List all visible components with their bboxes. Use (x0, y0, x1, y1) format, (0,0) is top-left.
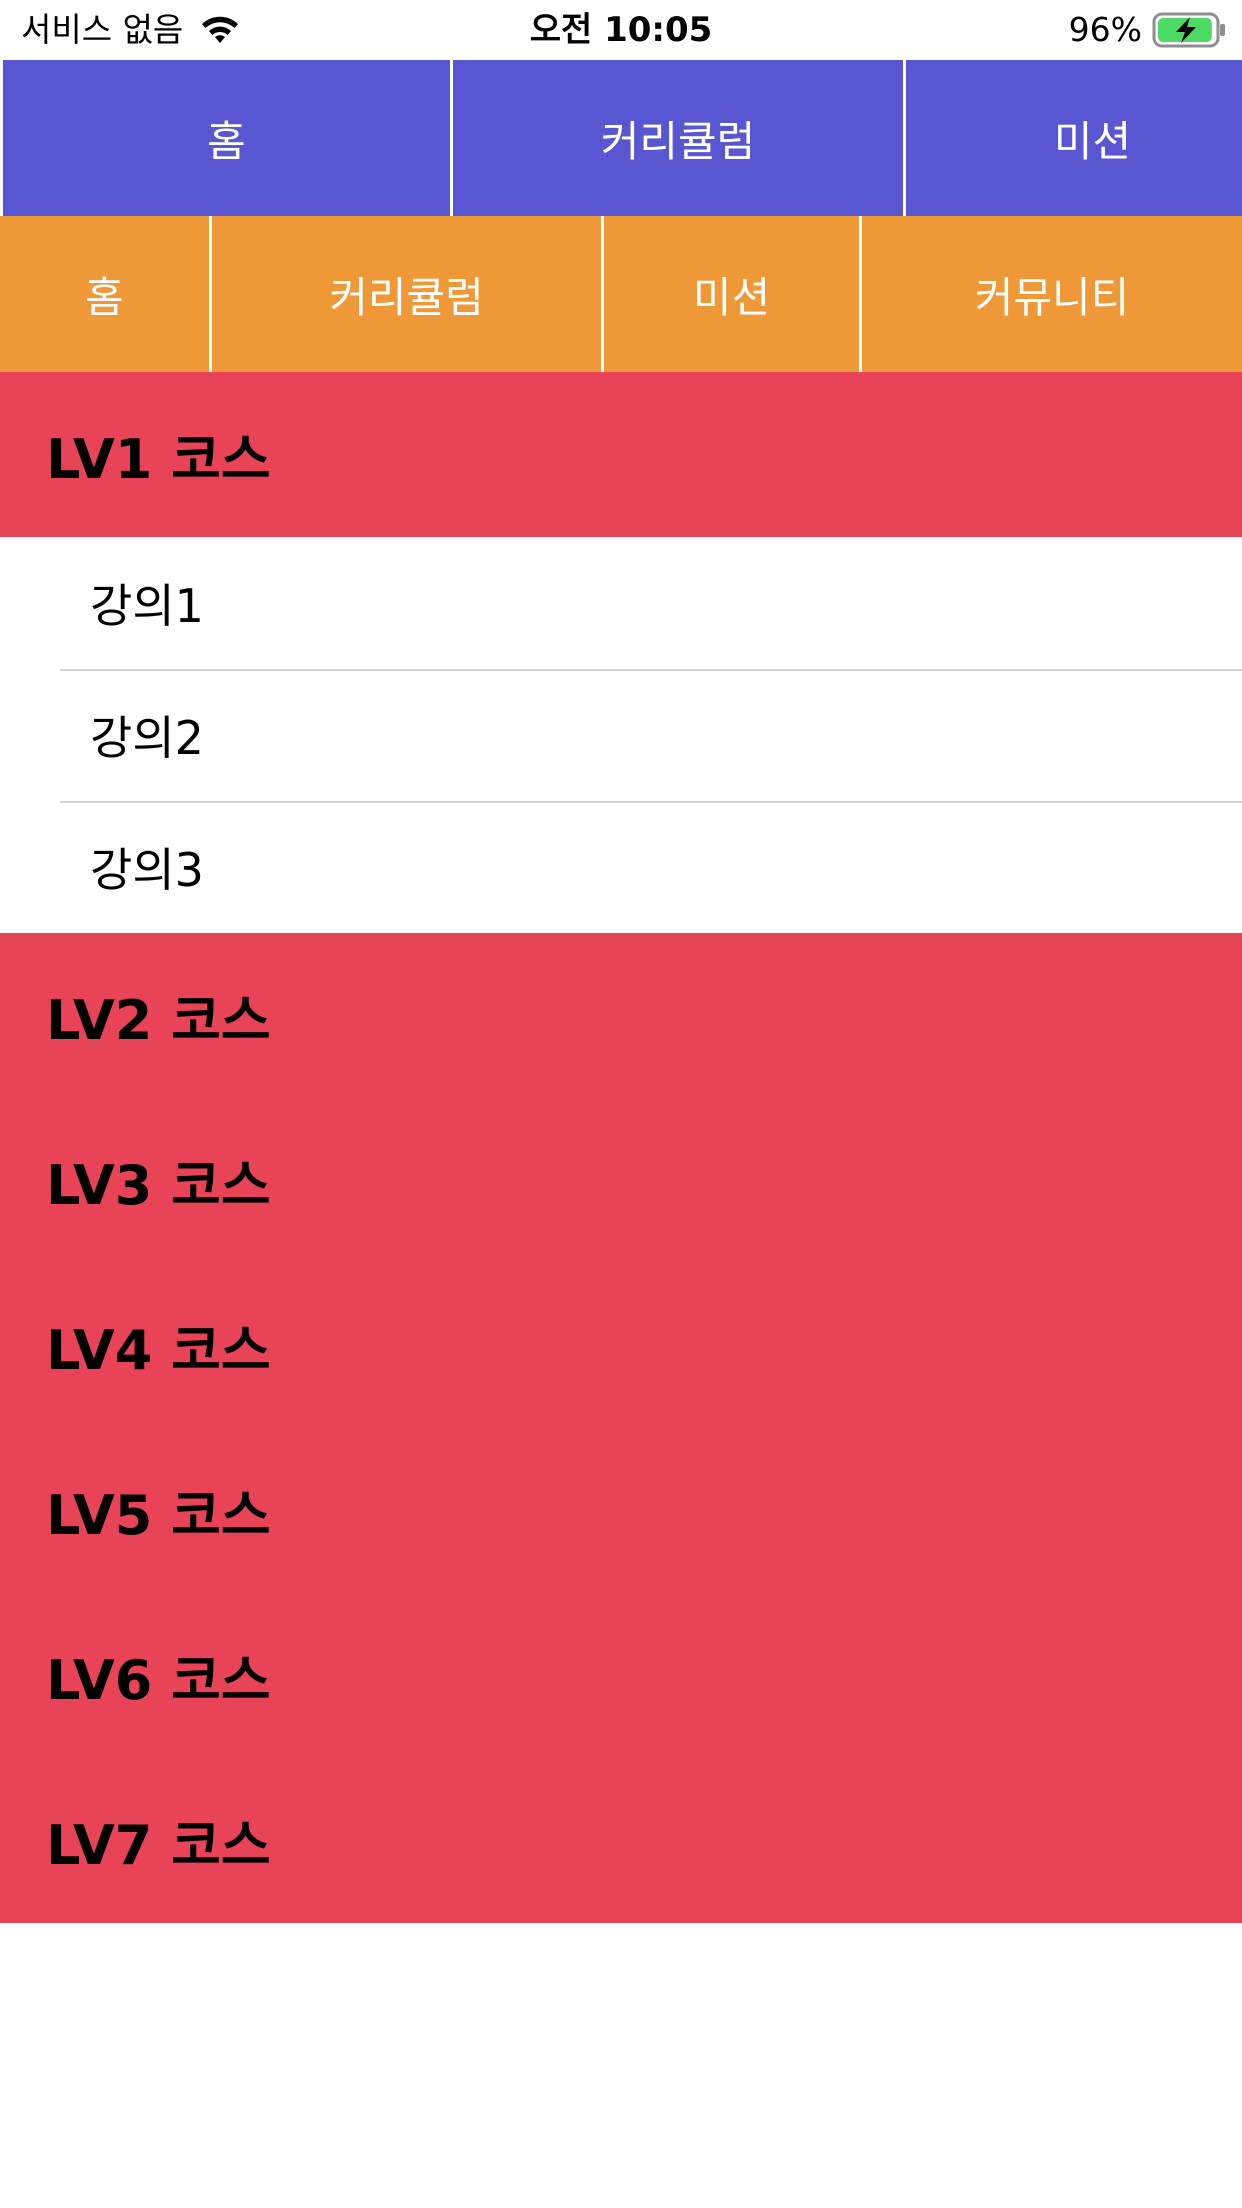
battery-percent: 96% (1068, 10, 1142, 49)
course-list: LV1 코스 강의1 강의2 강의3 LV2 코스 LV3 코스 LV4 코스 … (0, 372, 1242, 1923)
course-title: LV4 코스 (46, 1319, 271, 1382)
lecture-title: 강의1 (90, 579, 204, 633)
top-tab-bar: 홈 커리큘럼 미션 (0, 60, 1242, 216)
course-title: LV1 코스 (46, 428, 271, 491)
bottom-tab-curriculum[interactable]: 커리큘럼 (212, 216, 604, 372)
top-tab-curriculum[interactable]: 커리큘럼 (453, 60, 906, 216)
tab-label: 커리큘럼 (600, 116, 756, 166)
bottom-tab-home[interactable]: 홈 (0, 216, 212, 372)
lecture-item-2[interactable]: 강의2 (0, 669, 1242, 801)
tab-label: 홈 (207, 116, 246, 166)
course-title: LV5 코스 (46, 1484, 271, 1547)
tab-label: 커리큘럼 (329, 272, 484, 322)
course-header-lv2[interactable]: LV2 코스 (0, 933, 1242, 1098)
battery-group: 96% (1069, 10, 1228, 50)
lecture-item-1[interactable]: 강의1 (0, 537, 1242, 669)
tab-label: 홈 (85, 272, 124, 322)
tab-label: 커뮤니티 (974, 272, 1130, 322)
course-header-lv5[interactable]: LV5 코스 (0, 1428, 1242, 1593)
status-bar: 서비스 없음 오전 10:05 96% (0, 0, 1242, 60)
status-time: 오전 10:05 (529, 10, 713, 50)
course-title: LV7 코스 (46, 1814, 271, 1877)
tab-label: 미션 (692, 272, 771, 322)
bottom-tab-community[interactable]: 커뮤니티 (862, 216, 1242, 372)
course-title: LV6 코스 (46, 1649, 271, 1712)
course-header-lv7[interactable]: LV7 코스 (0, 1758, 1242, 1923)
course-header-lv1[interactable]: LV1 코스 (0, 372, 1242, 537)
lecture-item-3[interactable]: 강의3 (0, 801, 1242, 933)
battery-charging-icon (1152, 12, 1225, 48)
course-title: LV2 코스 (46, 989, 271, 1052)
top-tab-home[interactable]: 홈 (0, 60, 453, 216)
course-header-lv3[interactable]: LV3 코스 (0, 1098, 1242, 1263)
tab-label: 미션 (1053, 116, 1132, 166)
top-tab-mission[interactable]: 미션 (906, 60, 1242, 216)
bottom-tab-mission[interactable]: 미션 (604, 216, 862, 372)
lecture-title: 강의2 (90, 711, 204, 765)
course-title: LV3 코스 (46, 1154, 271, 1217)
course-header-lv4[interactable]: LV4 코스 (0, 1263, 1242, 1428)
bottom-tab-bar: 홈 커리큘럼 미션 커뮤니티 (0, 216, 1242, 372)
lecture-list-lv1: 강의1 강의2 강의3 (0, 537, 1242, 933)
course-header-lv6[interactable]: LV6 코스 (0, 1593, 1242, 1758)
lecture-title: 강의3 (90, 843, 204, 897)
